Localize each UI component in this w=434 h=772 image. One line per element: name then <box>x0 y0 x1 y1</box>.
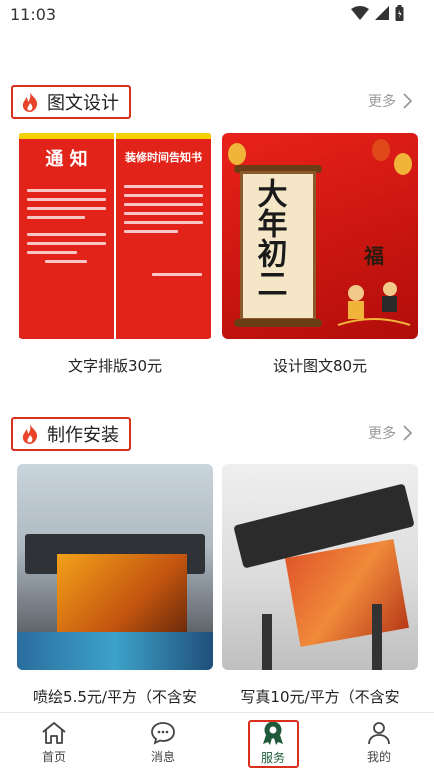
decor-figures-icon: 福 <box>337 244 411 326</box>
more-label: 更多 <box>368 94 396 110</box>
notice-title: 通 知 <box>45 149 88 170</box>
tab-messages[interactable]: 消息 <box>123 713 203 772</box>
product-caption: 喷绘5.5元/平方（不含安 <box>33 688 197 706</box>
bottom-tab-bar: 首页 消息 服务 我的 <box>0 712 434 772</box>
tab-label: 我的 <box>366 750 391 764</box>
product-card[interactable]: 大年初二 福 设计图文80元 <box>222 133 418 375</box>
photo-printer-image <box>222 464 418 670</box>
battery-icon <box>395 5 404 21</box>
home-icon <box>42 722 66 744</box>
section-title: 制作安装 <box>47 425 119 446</box>
tab-home[interactable]: 首页 <box>14 713 94 772</box>
active-tab-highlight <box>248 720 299 768</box>
section-header-install: 制作安装 更多 <box>0 417 434 453</box>
wifi-icon <box>351 6 369 20</box>
section-header-design: 图文设计 更多 <box>0 85 434 121</box>
chevron-right-icon <box>403 425 412 441</box>
notice-panel-left: 通 知 <box>19 133 114 339</box>
tab-label: 首页 <box>41 750 66 764</box>
product-card[interactable]: 写真10元/平方（不含安 <box>222 464 418 706</box>
product-caption: 写真10元/平方（不含安 <box>240 688 400 706</box>
product-card[interactable]: 喷绘5.5元/平方（不含安 <box>17 464 213 706</box>
tab-label: 消息 <box>150 750 175 764</box>
more-link-design[interactable]: 更多 <box>368 91 412 111</box>
section-title: 图文设计 <box>47 93 119 114</box>
inkjet-printer-image <box>17 464 213 670</box>
status-icons <box>351 5 404 21</box>
product-caption: 文字排版30元 <box>67 357 163 375</box>
tab-mine[interactable]: 我的 <box>339 713 419 772</box>
product-card[interactable]: 通 知 装修时间告知书 文字排版30元 <box>17 133 213 375</box>
notice-subtitle: 装修时间告知书 <box>125 151 202 164</box>
more-label: 更多 <box>368 426 396 442</box>
calligraphy-scroll: 大年初二 <box>240 171 316 321</box>
notice-panel-right: 装修时间告知书 <box>116 133 211 339</box>
calligraphy-text: 大年初二 <box>251 178 287 298</box>
svg-text:福: 福 <box>363 244 384 268</box>
flame-icon <box>22 424 38 444</box>
section-title-box: 图文设计 <box>11 85 131 119</box>
status-bar: 11:03 <box>0 0 434 30</box>
more-link-install[interactable]: 更多 <box>368 423 412 443</box>
message-icon <box>151 722 175 745</box>
new-year-poster-image: 大年初二 福 <box>222 133 418 339</box>
flame-icon <box>22 92 38 112</box>
status-time: 11:03 <box>10 5 57 24</box>
signal-icon <box>375 6 389 20</box>
notice-poster-image: 通 知 装修时间告知书 <box>17 133 213 339</box>
product-caption: 设计图文80元 <box>272 357 368 375</box>
user-icon <box>368 722 390 745</box>
section-title-box: 制作安装 <box>11 417 131 451</box>
chevron-right-icon <box>403 93 412 109</box>
